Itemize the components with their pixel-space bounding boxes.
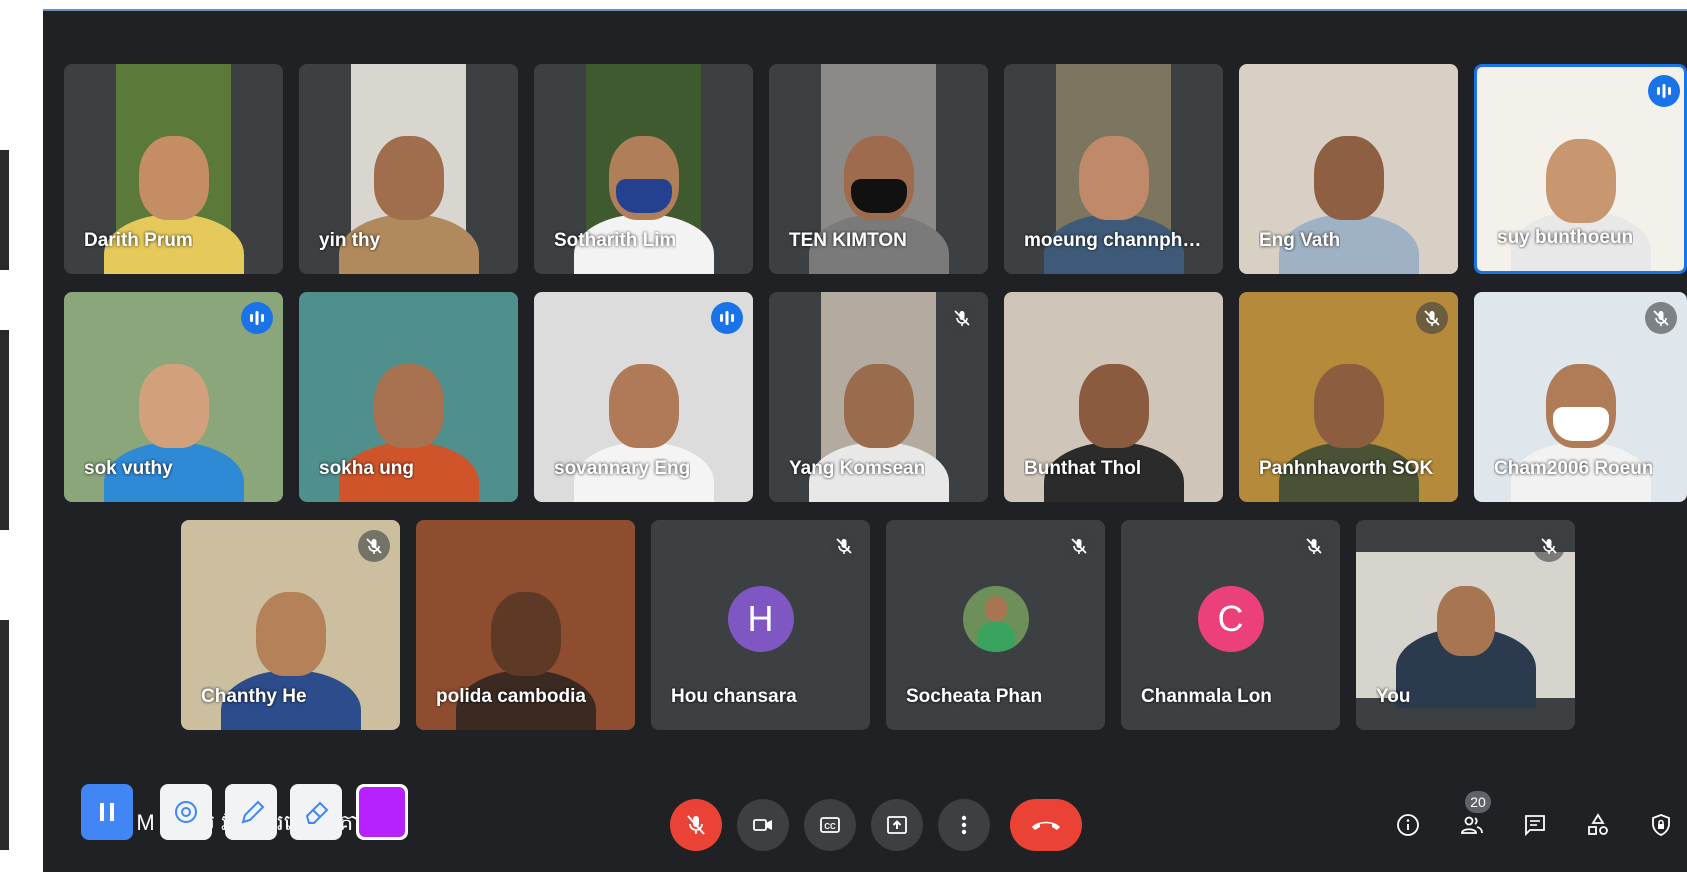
info-icon bbox=[1397, 814, 1419, 836]
mic-toggle-button[interactable] bbox=[670, 799, 722, 851]
edge-detail bbox=[0, 620, 9, 850]
mic-off-icon bbox=[687, 815, 705, 835]
more-options-button[interactable] bbox=[938, 799, 990, 851]
host-controls-button[interactable] bbox=[1643, 807, 1679, 843]
participant-name: Cham2006 Roeun bbox=[1494, 458, 1654, 479]
participant-tile[interactable]: TEN KIMTON bbox=[769, 64, 988, 274]
color-swatch bbox=[359, 787, 405, 837]
speaking-indicator-icon bbox=[711, 302, 743, 334]
shield-lock-icon bbox=[1652, 814, 1670, 836]
participant-name: Darith Prum bbox=[84, 230, 193, 251]
muted-mic-icon bbox=[828, 530, 860, 562]
present-screen-icon bbox=[887, 816, 907, 834]
participant-name: sok vuthy bbox=[84, 458, 173, 479]
participant-tile[interactable]: moeung channpha... bbox=[1004, 64, 1223, 274]
color-picker-button[interactable] bbox=[356, 784, 408, 840]
muted-mic-icon bbox=[1416, 302, 1448, 334]
edge-detail bbox=[0, 330, 9, 530]
speaking-indicator-icon bbox=[241, 302, 273, 334]
svg-text:CC: CC bbox=[824, 822, 836, 831]
participant-tile[interactable]: Cham2006 Roeun bbox=[1474, 292, 1687, 502]
participant-tile[interactable]: Bunthat Thol bbox=[1004, 292, 1223, 502]
participants-button[interactable]: 20 bbox=[1454, 791, 1491, 843]
participant-avatar: H bbox=[727, 586, 794, 652]
meet-window: Darith Prum yin thy Sotharith Lim TEN KI… bbox=[43, 9, 1687, 872]
muted-mic-icon bbox=[946, 302, 978, 334]
participant-name: moeung channpha... bbox=[1024, 230, 1204, 251]
participants-count-badge: 20 bbox=[1465, 791, 1491, 813]
leave-call-button[interactable] bbox=[1010, 799, 1082, 851]
muted-mic-icon bbox=[1533, 530, 1565, 562]
muted-mic-icon bbox=[1298, 530, 1330, 562]
eraser-icon bbox=[305, 801, 329, 824]
people-icon bbox=[1461, 816, 1483, 834]
participant-tile-speaking[interactable]: suy bunthoeun bbox=[1474, 64, 1687, 274]
present-screen-button[interactable] bbox=[871, 799, 923, 851]
background-window-edge bbox=[0, 0, 43, 870]
participant-tile[interactable]: yin thy bbox=[299, 64, 518, 274]
participant-name: sovannary Eng bbox=[554, 458, 691, 479]
participant-tile[interactable]: sokha ung bbox=[299, 292, 518, 502]
muted-mic-icon bbox=[1063, 530, 1095, 562]
self-video bbox=[1356, 552, 1575, 708]
participant-tile[interactable]: Eng Vath bbox=[1239, 64, 1458, 274]
camera-toggle-button[interactable] bbox=[737, 799, 789, 851]
participant-name: Hou chansara bbox=[671, 686, 797, 707]
chat-button[interactable] bbox=[1517, 807, 1553, 843]
participant-tile[interactable]: sok vuthy bbox=[64, 292, 283, 502]
participant-tile[interactable]: Socheata Phan bbox=[886, 520, 1105, 730]
participant-tile[interactable]: C Chanmala Lon bbox=[1121, 520, 1340, 730]
participant-name: You bbox=[1376, 686, 1411, 707]
participant-avatar-photo bbox=[962, 586, 1029, 652]
captions-button[interactable]: CC bbox=[804, 799, 856, 851]
pen-button[interactable] bbox=[225, 784, 277, 840]
participant-tile[interactable]: Panhnhavorth SOK bbox=[1239, 292, 1458, 502]
participant-tile[interactable]: Yang Komsean bbox=[769, 292, 988, 502]
closed-captions-icon: CC bbox=[820, 817, 840, 833]
pause-icon bbox=[100, 803, 114, 821]
laser-pointer-button[interactable] bbox=[160, 784, 212, 840]
participant-tile[interactable]: H Hou chansara bbox=[651, 520, 870, 730]
participant-tile[interactable]: Darith Prum bbox=[64, 64, 283, 274]
participant-avatar: C bbox=[1197, 586, 1264, 652]
participant-tile[interactable]: Sotharith Lim bbox=[534, 64, 753, 274]
participant-tile-self[interactable]: You bbox=[1356, 520, 1575, 730]
chat-icon bbox=[1525, 815, 1545, 837]
pause-annotation-button[interactable] bbox=[81, 784, 133, 840]
participant-name: Panhnhavorth SOK bbox=[1259, 458, 1434, 479]
participant-name: yin thy bbox=[319, 230, 381, 251]
more-vert-icon bbox=[961, 815, 967, 835]
hang-up-icon bbox=[1032, 821, 1060, 830]
eraser-button[interactable] bbox=[290, 784, 342, 840]
meeting-details-button[interactable] bbox=[1390, 807, 1426, 843]
laser-pointer-icon bbox=[175, 801, 197, 823]
muted-mic-icon bbox=[358, 530, 390, 562]
participant-tile[interactable]: polida cambodia bbox=[416, 520, 635, 730]
participant-name: Chanmala Lon bbox=[1141, 686, 1272, 707]
participant-name: sokha ung bbox=[319, 458, 415, 479]
activities-button[interactable] bbox=[1580, 807, 1616, 843]
participant-name: polida cambodia bbox=[436, 686, 586, 707]
participant-tile[interactable]: Chanthy He bbox=[181, 520, 400, 730]
participant-name: Eng Vath bbox=[1259, 230, 1341, 251]
speaking-indicator-icon bbox=[1648, 75, 1680, 107]
participant-name: Sotharith Lim bbox=[554, 230, 677, 251]
participant-tile[interactable]: sovannary Eng bbox=[534, 292, 753, 502]
muted-mic-icon bbox=[1645, 302, 1677, 334]
participant-name: Chanthy He bbox=[201, 686, 307, 707]
edge-detail bbox=[0, 150, 9, 270]
shapes-icon bbox=[1588, 813, 1608, 835]
participant-name: suy bunthoeun bbox=[1497, 227, 1634, 248]
video-camera-icon bbox=[753, 819, 772, 831]
participant-name: Bunthat Thol bbox=[1024, 458, 1142, 479]
participant-name: Yang Komsean bbox=[789, 458, 926, 479]
participant-name: Socheata Phan bbox=[906, 686, 1043, 707]
participant-name: TEN KIMTON bbox=[789, 230, 907, 251]
pen-icon bbox=[241, 800, 265, 824]
